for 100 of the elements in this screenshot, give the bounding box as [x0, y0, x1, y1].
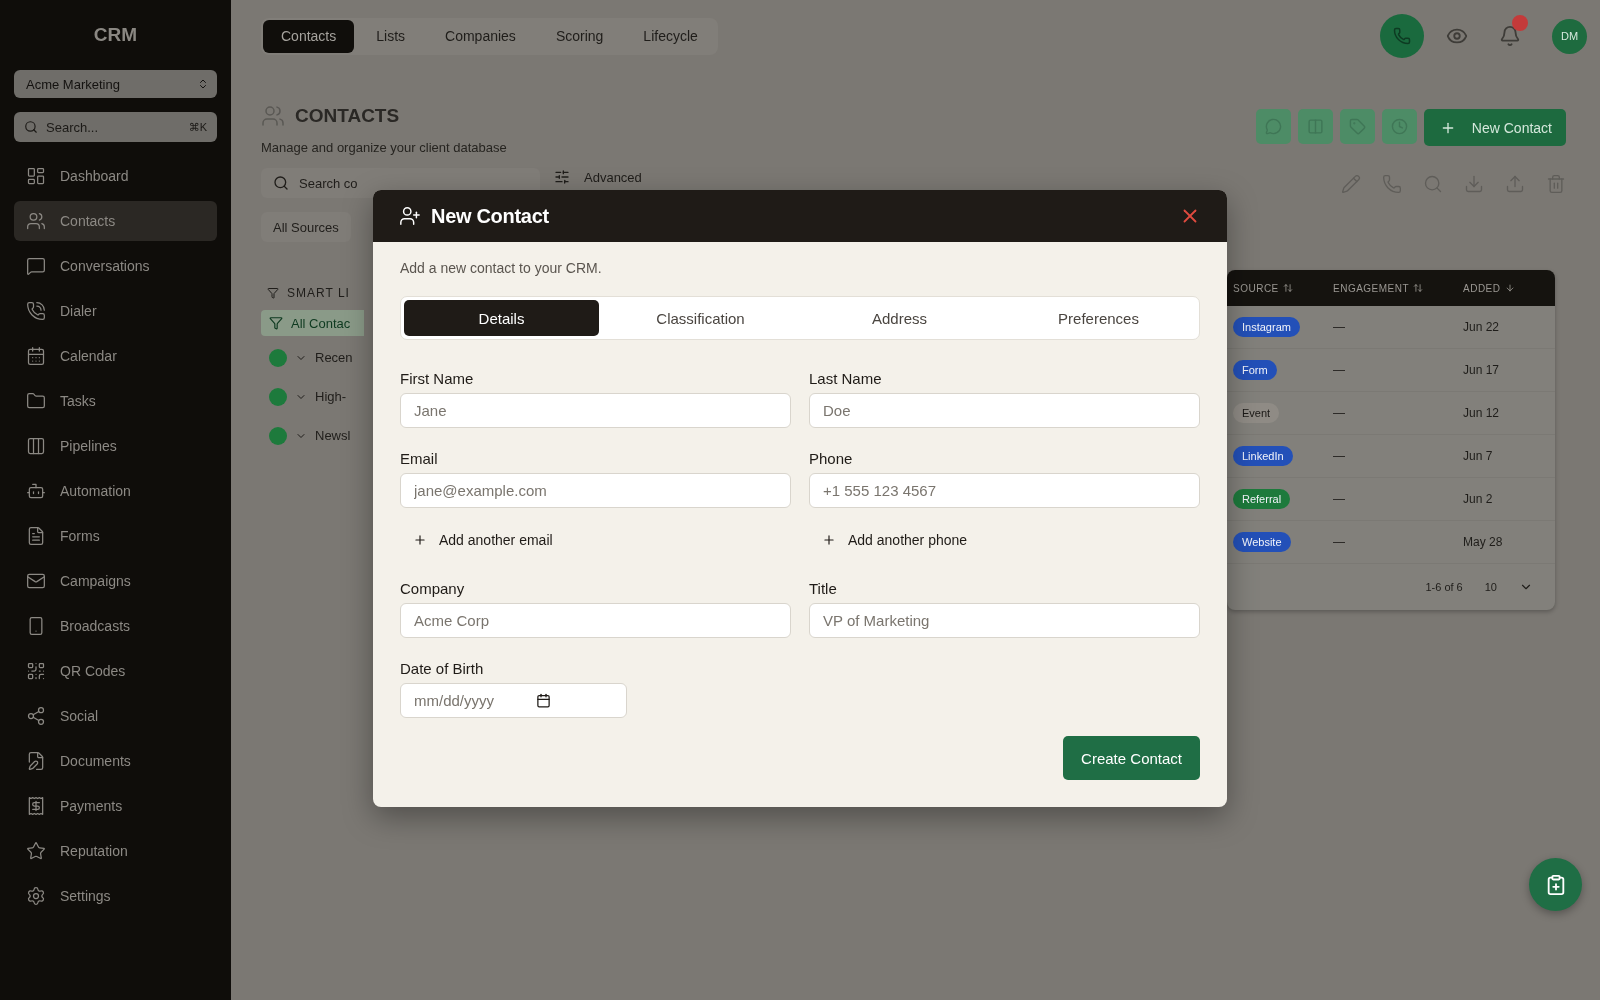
sort-icon[interactable]	[1504, 283, 1515, 293]
source-tag: Referral	[1233, 489, 1291, 509]
nav-item[interactable]: Forms	[14, 516, 217, 556]
nav-item[interactable]: Broadcasts	[14, 606, 217, 646]
nav-item[interactable]: Pipelines	[14, 426, 217, 466]
tab[interactable]: Companies	[427, 19, 534, 53]
count-dot	[269, 426, 287, 445]
chevron-icon	[197, 78, 209, 90]
smart-list-item[interactable]: Recen	[261, 340, 364, 375]
mail-icon	[26, 571, 46, 591]
add-link[interactable]: Add another email	[400, 532, 553, 548]
table-cell-text: Jun 12	[1463, 406, 1501, 420]
nav-item[interactable]: Dashboard	[14, 156, 217, 196]
count-dot	[269, 348, 287, 367]
table-cell-text: Jun 2	[1463, 492, 1494, 506]
input-field[interactable]: Doe	[809, 393, 1200, 428]
table-cell-text: May 28	[1463, 535, 1504, 549]
columns-icon	[26, 436, 46, 456]
input-field[interactable]: +1 555 123 4567	[809, 473, 1200, 508]
add-link[interactable]: Add another phone	[809, 532, 968, 548]
smart-list-item[interactable]: All Contac	[261, 310, 364, 336]
bell-icon[interactable]	[1499, 25, 1521, 47]
dialog-description: Add a new contact to your CRM.	[400, 260, 603, 276]
field-label: Phone	[809, 450, 854, 467]
share-icon	[26, 706, 46, 726]
folder-icon	[26, 391, 46, 411]
calendar-icon[interactable]	[536, 693, 551, 708]
table-cell-text: —	[1333, 320, 1346, 334]
input-field[interactable]: Acme Corp	[400, 603, 791, 638]
phone-icon	[1393, 27, 1411, 45]
nav-item[interactable]: Payments	[14, 786, 217, 826]
table-cell-text: —	[1333, 492, 1346, 506]
filter-icon	[269, 316, 283, 330]
tab[interactable]: Scoring	[537, 19, 622, 53]
tab[interactable]: Contacts	[263, 19, 355, 53]
search-icon	[273, 175, 289, 191]
new-contact-button[interactable]: New Contact	[1423, 109, 1566, 146]
nav-item[interactable]: Automation	[14, 471, 217, 511]
nav-item[interactable]: Calendar	[14, 336, 217, 376]
phone-icon	[26, 301, 46, 321]
input-field[interactable]: Jane	[400, 393, 791, 428]
workspace-select[interactable]: Acme Marketing	[14, 70, 217, 98]
sort-icon[interactable]	[1282, 283, 1293, 293]
input-field[interactable]: jane@example.com	[400, 473, 791, 508]
source-filter[interactable]: All Sources	[261, 212, 351, 242]
icon-button[interactable]	[1255, 109, 1291, 144]
icon-button[interactable]	[1339, 109, 1375, 144]
nav-item[interactable]: Conversations	[14, 246, 217, 286]
plus-icon	[413, 533, 427, 547]
field-label: Title	[809, 580, 838, 597]
source-tag: Event	[1233, 403, 1280, 423]
tab[interactable]: Address	[802, 300, 997, 336]
user-plus-icon	[399, 205, 421, 227]
plus-icon	[822, 533, 836, 547]
date-field[interactable]: mm/dd/yyyy	[400, 683, 627, 718]
search-icon[interactable]	[1423, 174, 1443, 194]
nav-item[interactable]: Reputation	[14, 831, 217, 871]
nav-item[interactable]: Campaigns	[14, 561, 217, 601]
avatar[interactable]: DM	[1552, 18, 1587, 54]
calendar-icon	[26, 346, 46, 366]
nav-item[interactable]: Documents	[14, 741, 217, 781]
create-contact-button[interactable]: Create Contact	[1063, 736, 1200, 780]
field-label: Company	[400, 580, 466, 597]
icon-button[interactable]	[1381, 109, 1417, 144]
page-size-select[interactable]: 10	[1484, 581, 1497, 593]
field-label: Email	[400, 450, 439, 467]
sort-icon[interactable]	[1413, 283, 1424, 293]
table-cell-text: —	[1333, 363, 1346, 377]
field-label: Date of Birth	[400, 660, 485, 677]
edit-icon[interactable]	[1341, 174, 1361, 194]
phone-icon[interactable]	[1382, 174, 1402, 194]
tab[interactable]: Preferences	[1001, 300, 1196, 336]
smart-list-item[interactable]: High-	[261, 379, 364, 414]
chat-bubble-icon	[26, 256, 46, 276]
input-field[interactable]: VP of Marketing	[809, 603, 1200, 638]
source-tag: Website	[1233, 532, 1291, 552]
dashboard-icon	[26, 166, 46, 186]
trash-icon[interactable]	[1546, 174, 1566, 194]
nav-item[interactable]: QR Codes	[14, 651, 217, 691]
tab[interactable]: Details	[404, 300, 599, 336]
nav-item[interactable]: Dialer	[14, 291, 217, 331]
source-tag: LinkedIn	[1233, 446, 1293, 466]
dialog-title: New Contact	[431, 204, 549, 228]
tab[interactable]: Classification	[603, 300, 798, 336]
call-button[interactable]	[1380, 14, 1424, 58]
column-header: ENGAGEMENT	[1333, 282, 1410, 294]
nav-item[interactable]: Social	[14, 696, 217, 736]
advanced-link[interactable]: Advanced	[584, 169, 642, 185]
nav-item[interactable]: Contacts	[14, 201, 217, 241]
search-icon	[24, 120, 38, 134]
download-icon[interactable]	[1464, 174, 1484, 194]
smart-list-item[interactable]: Newsl	[261, 418, 364, 453]
tab[interactable]: Lists	[358, 19, 424, 53]
upload-icon[interactable]	[1505, 174, 1525, 194]
qr-code-icon	[26, 661, 46, 681]
search-field[interactable]: Search... ⌘K	[14, 112, 217, 142]
nav-item[interactable]: Settings	[14, 876, 217, 916]
users-icon	[261, 104, 285, 128]
tab[interactable]: Lifecycle	[625, 19, 716, 53]
nav-item[interactable]: Tasks	[14, 381, 217, 421]
